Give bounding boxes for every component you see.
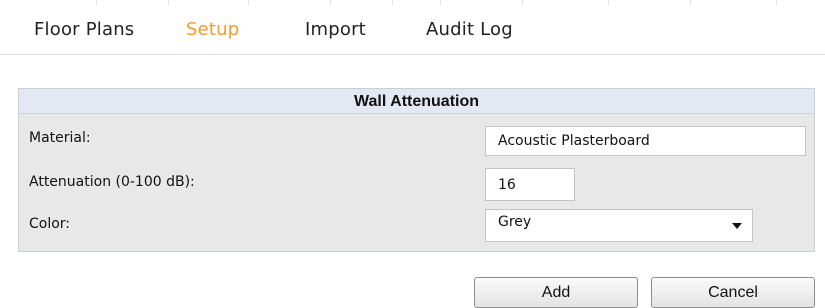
tab-bar-separators: [0, 0, 825, 6]
attenuation-label: Attenuation (0-100 dB):: [29, 174, 195, 190]
tab-bar: Floor Plans Setup Import Audit Log: [0, 0, 825, 55]
color-value: Grey: [498, 213, 532, 230]
color-label: Color:: [29, 216, 71, 232]
add-button[interactable]: Add: [474, 277, 638, 308]
material-field[interactable]: Acoustic Plasterboard: [485, 126, 806, 156]
attenuation-field[interactable]: 16: [485, 168, 575, 201]
tab-audit-log[interactable]: Audit Log: [426, 19, 513, 40]
tab-setup[interactable]: Setup: [186, 19, 239, 40]
attenuation-value: 16: [498, 176, 516, 193]
color-select[interactable]: Grey: [485, 209, 753, 242]
tab-floor-plans[interactable]: Floor Plans: [34, 19, 134, 40]
material-value: Acoustic Plasterboard: [498, 133, 650, 149]
wall-attenuation-panel: Wall Attenuation Material: Acoustic Plas…: [18, 88, 815, 252]
material-label: Material:: [29, 130, 91, 146]
cancel-button[interactable]: Cancel: [651, 277, 815, 308]
tab-import[interactable]: Import: [305, 19, 366, 40]
panel-title: Wall Attenuation: [19, 89, 814, 114]
chevron-down-icon: [732, 223, 742, 229]
